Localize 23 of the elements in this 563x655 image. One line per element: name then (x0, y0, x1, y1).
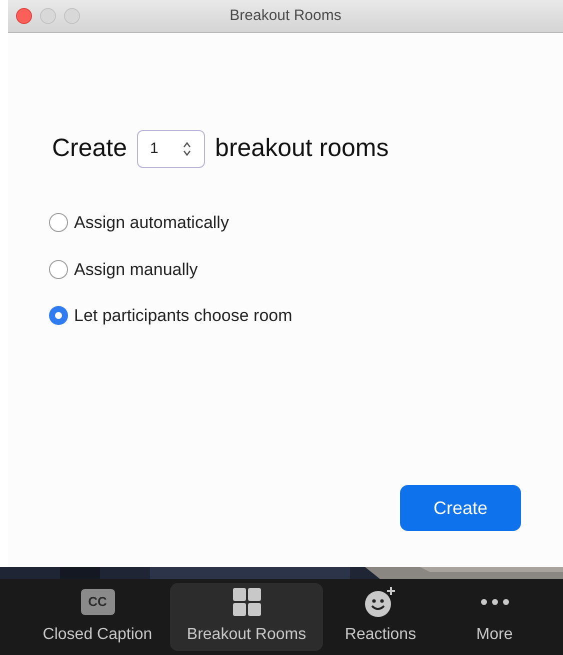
toolbar-button[interactable]: Reactions (323, 583, 438, 651)
create-button[interactable]: Create (400, 485, 521, 531)
zoom-button[interactable] (64, 8, 80, 24)
close-button[interactable] (16, 8, 32, 24)
radio-option[interactable]: Assign automatically (49, 210, 521, 236)
rooms-label: breakout rooms (215, 133, 389, 164)
window-title: Breakout Rooms (230, 6, 342, 26)
stepper-arrows-icon (182, 141, 192, 157)
room-count-stepper[interactable]: 1 (137, 130, 206, 168)
radio-icon (49, 213, 68, 232)
minimize-button[interactable] (40, 8, 56, 24)
toolbar-button[interactable]: Breakout Rooms (170, 583, 323, 651)
create-label: Create (52, 133, 128, 164)
toolbar-button[interactable]: CC Closed Caption (25, 583, 170, 651)
radio-option[interactable]: Let participants choose room (49, 303, 521, 328)
radio-icon (49, 260, 68, 279)
smiley-plus-icon (364, 586, 396, 618)
radio-icon (49, 306, 68, 326)
radio-option[interactable]: Assign manually (49, 256, 521, 282)
grid-icon (232, 587, 262, 617)
toolbar-button[interactable]: More (438, 583, 551, 651)
more-icon (480, 598, 510, 606)
caption-icon: CC (80, 589, 114, 615)
